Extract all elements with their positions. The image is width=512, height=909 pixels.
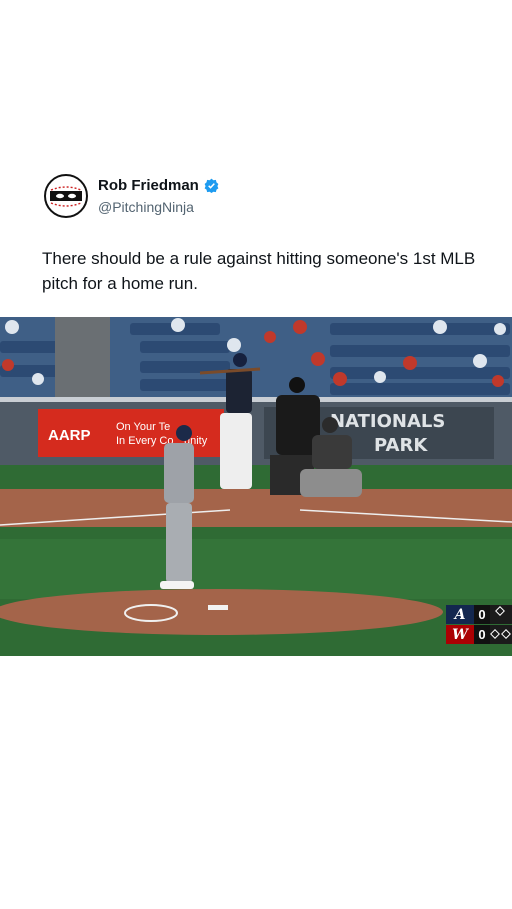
home-score: 0 <box>474 625 490 644</box>
display-name[interactable]: Rob Friedman <box>98 177 199 194</box>
scorebug-row-home: W 0 <box>446 625 512 644</box>
bases-icon <box>490 625 512 644</box>
braves-logo-icon: A <box>446 605 474 624</box>
nationals-logo-icon: W <box>446 625 474 644</box>
handle[interactable]: @PitchingNinja <box>98 199 194 215</box>
ninja-baseball-icon <box>48 178 84 214</box>
baseball-scene: AARP On Your Te In Every Co unity NATION… <box>0 317 512 656</box>
avatar[interactable] <box>44 174 88 218</box>
bases-icon <box>490 605 512 624</box>
tweet-text: There should be a rule against hitting s… <box>42 249 476 293</box>
scorebug: A 0 W 0 <box>446 605 512 645</box>
stadium-sign-line-1: NATIONALS <box>330 411 445 432</box>
ad-line-2: In Every Co <box>116 435 173 447</box>
stadium-sign-line-2: PARK <box>374 435 428 456</box>
ad-line-1: On Your Te <box>116 421 170 433</box>
away-score: 0 <box>474 605 490 624</box>
verified-badge-icon <box>204 178 219 193</box>
ad-brand: AARP <box>48 427 91 444</box>
scorebug-row-away: A 0 <box>446 605 512 624</box>
video-frame[interactable]: AARP On Your Te In Every Co unity NATION… <box>0 317 512 656</box>
tweet-header: Rob Friedman @PitchingNinja <box>44 174 484 220</box>
